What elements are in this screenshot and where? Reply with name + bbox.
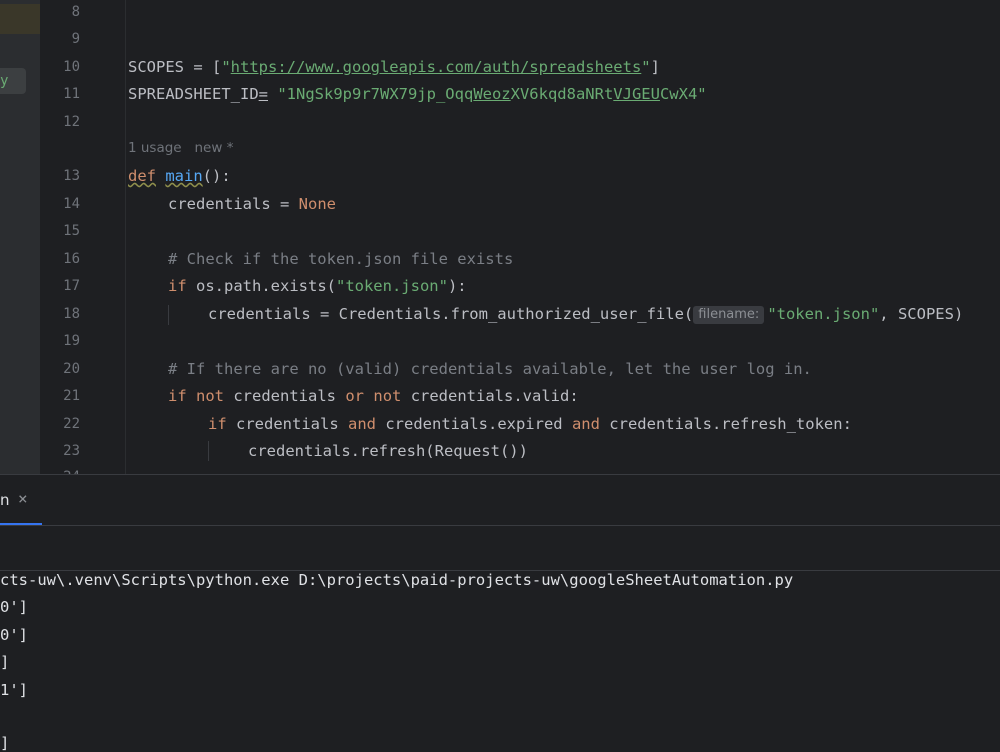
usage-hint[interactable]: 1 usage new * — [128, 140, 233, 156]
console-line: cts-uw\.venv\Scripts\python.exe D:\proje… — [0, 571, 794, 589]
line-number: 19 — [63, 333, 80, 349]
run-tab[interactable]: n — [0, 491, 10, 509]
indent-guide — [168, 305, 169, 325]
console-line: ] — [0, 653, 10, 671]
run-tool-window: n × cts-uw\.venv\Scripts\python.exe D:\p… — [0, 475, 1000, 752]
line-number: 17 — [63, 278, 80, 294]
console-line: 0'] — [0, 626, 28, 644]
line-number: 18 — [63, 306, 80, 322]
line-number: 9 — [71, 31, 80, 47]
code-line: credentials = None — [168, 195, 336, 213]
scopes-url: https://www.googleapis.com/auth/spreadsh… — [230, 58, 642, 76]
code-comment: # If there are no (valid) credentials av… — [168, 360, 812, 378]
console-output[interactable]: cts-uw\.venv\Scripts\python.exe D:\proje… — [0, 571, 1000, 752]
parameter-hint: filename: — [693, 306, 765, 324]
code-line: if credentials and credentials.expired a… — [208, 415, 852, 433]
run-toolbar — [0, 526, 1000, 570]
close-icon[interactable]: × — [18, 489, 28, 508]
code-line: if os.path.exists("token.json"): — [168, 277, 467, 295]
line-number: 10 — [63, 59, 80, 75]
code-line: credentials = Credentials.from_authorize… — [208, 305, 964, 324]
line-number: 24 — [40, 467, 80, 474]
code-comment: # Check if the token.json file exists — [168, 250, 514, 268]
line-number: 23 — [63, 443, 80, 459]
code-line: def main(): — [128, 167, 231, 185]
line-number: 20 — [63, 361, 80, 377]
console-line: 1'] — [0, 681, 28, 699]
indent-guide — [208, 441, 209, 461]
line-number: 14 — [63, 196, 80, 212]
gutter-divider — [125, 0, 126, 474]
run-tab-bar: n × — [0, 475, 1000, 525]
code-editor[interactable]: 8 9 10 11 12 13 14 15 16 17 18 19 20 21 … — [0, 0, 1000, 474]
console-line: 0'] — [0, 598, 28, 616]
console-line: ] — [0, 734, 10, 752]
line-number: 13 — [63, 168, 80, 184]
line-number: 22 — [63, 416, 80, 432]
line-number: 15 — [63, 223, 80, 239]
line-number: 8 — [71, 4, 80, 20]
code-line: if not credentials or not credentials.va… — [168, 387, 579, 405]
line-number: 16 — [63, 251, 80, 267]
line-number: 12 — [63, 114, 80, 130]
code-line: credentials.refresh(Request()) — [248, 442, 528, 460]
code-line: SPREADSHEET_ID= "1NgSk9p9r7WX79jp_OqqWeo… — [128, 85, 707, 103]
code-line: SCOPES = ["https://www.googleapis.com/au… — [128, 58, 660, 76]
line-number: 11 — [63, 86, 80, 102]
line-number: 21 — [63, 388, 80, 404]
